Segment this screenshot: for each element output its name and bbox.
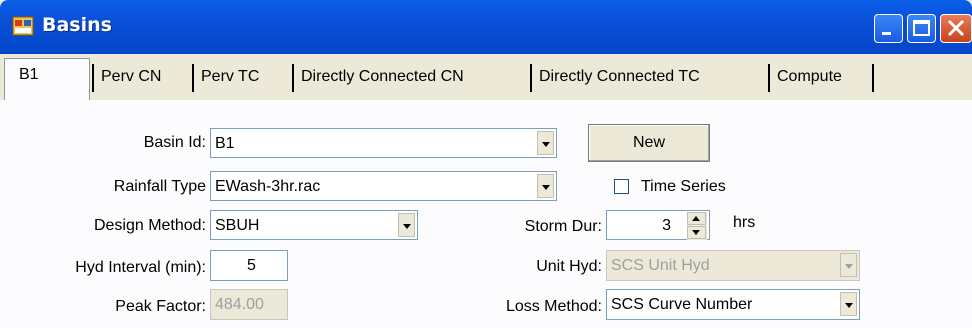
tab-directly-connected-tc[interactable]: Directly Connected TC	[539, 62, 700, 92]
peak-factor-label: Peak Factor:	[115, 298, 206, 315]
window-title: Basins	[42, 14, 112, 36]
peak-factor-input: 484.00	[210, 289, 288, 320]
maximize-icon	[913, 20, 930, 36]
minimize-button[interactable]	[874, 14, 903, 43]
tab-separator	[768, 64, 770, 92]
tab-b1[interactable]: B1	[4, 58, 90, 100]
basin-id-label: Basin Id:	[143, 134, 206, 151]
loss-method-label: Loss Method:	[505, 298, 602, 315]
tab-separator	[92, 64, 94, 92]
tab-separator	[192, 64, 194, 92]
storm-dur-spin-buttons	[687, 212, 707, 240]
minimize-icon	[882, 32, 891, 35]
time-series-label: Time Series	[641, 178, 726, 195]
storm-dur-label: Storm Dur:	[524, 218, 602, 235]
design-method-label: Design Method:	[93, 217, 206, 234]
chevron-down-icon[interactable]	[398, 213, 415, 237]
new-button[interactable]: New	[588, 124, 710, 162]
design-method-value: SBUH	[215, 217, 260, 234]
hyd-interval-input[interactable]: 5	[210, 250, 288, 281]
unit-hyd-value: SCS Unit Hyd	[611, 257, 710, 274]
tab-directly-connected-cn[interactable]: Directly Connected CN	[301, 62, 464, 92]
close-icon	[947, 19, 965, 37]
hyd-interval-label: Hyd Interval (min):	[75, 259, 206, 276]
chevron-down-icon[interactable]	[840, 292, 857, 316]
hyd-interval-value: 5	[247, 257, 256, 274]
close-button[interactable]	[940, 14, 972, 43]
basin-id-combobox[interactable]: B1	[210, 128, 557, 158]
tab-perv-cn[interactable]: Perv CN	[101, 62, 161, 92]
maximize-button[interactable]	[907, 14, 936, 43]
spin-up-icon[interactable]	[687, 212, 706, 225]
chevron-down-icon[interactable]	[537, 174, 554, 198]
basin-id-value: B1	[215, 135, 235, 152]
rainfall-type-value: EWash-3hr.rac	[215, 178, 321, 195]
loss-method-value: SCS Curve Number	[611, 296, 753, 313]
time-series-checkbox[interactable]	[614, 179, 629, 194]
peak-factor-value: 484.00	[215, 296, 264, 313]
tab-perv-tc[interactable]: Perv TC	[201, 62, 259, 92]
rainfall-type-label: Rainfall Type	[113, 178, 206, 195]
tab-compute[interactable]: Compute	[777, 62, 842, 92]
tab-separator	[872, 64, 874, 92]
tab-panel-b1: Basin Id: B1 New Rainfall Type EWash-3hr…	[0, 100, 972, 328]
app-icon	[12, 16, 34, 36]
tab-separator	[292, 64, 294, 92]
chevron-down-icon[interactable]	[537, 131, 554, 155]
storm-dur-spinner[interactable]: 3	[606, 210, 710, 240]
storm-dur-value: 3	[662, 217, 671, 234]
design-method-combobox[interactable]: SBUH	[210, 210, 418, 240]
title-bar[interactable]: Basins	[0, 0, 972, 54]
storm-dur-unit: hrs	[733, 214, 756, 231]
rainfall-type-combobox[interactable]: EWash-3hr.rac	[210, 171, 557, 201]
unit-hyd-combobox: SCS Unit Hyd	[606, 250, 860, 281]
chevron-down-icon	[840, 253, 857, 277]
tab-separator	[530, 64, 532, 92]
tab-strip: B1 Perv CN Perv TC Directly Connected CN…	[0, 54, 972, 101]
spin-down-icon[interactable]	[687, 226, 706, 239]
unit-hyd-label: Unit Hyd:	[536, 258, 602, 275]
loss-method-combobox[interactable]: SCS Curve Number	[606, 289, 860, 320]
